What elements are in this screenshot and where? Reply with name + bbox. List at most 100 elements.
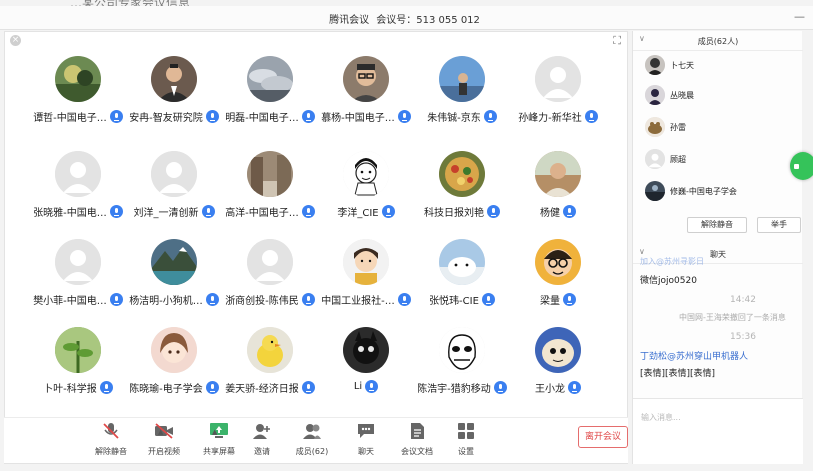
participant-name: 陈浩宇-猎豹移动 (417, 384, 491, 395)
member-name: 顾超 (670, 155, 686, 164)
avatar (439, 239, 485, 285)
participant-name: 孙峰力-新华社 (518, 113, 582, 124)
avatar (343, 56, 389, 102)
participant-tile[interactable]: 慕杨-中国电子… (316, 56, 416, 136)
participant-name: 高洋-中国电子… (225, 208, 299, 219)
toolbar-mic-muted-button[interactable]: 解除静音 (81, 422, 141, 457)
avatar (645, 149, 665, 169)
participant-tile[interactable]: 梁量 (508, 239, 608, 319)
member-list-item[interactable]: 丛晓晨 (641, 85, 801, 107)
participant-tile[interactable]: 谭哲-中国电子… (28, 56, 128, 136)
participant-tile[interactable]: 卜叶-科学报 (28, 327, 128, 407)
participant-tile[interactable]: 姜天骄-经济日报 (220, 327, 320, 407)
mic-icon (99, 381, 113, 394)
participant-name-line: 孙峰力-新华社 (502, 109, 614, 124)
participant-name: 王小龙 (535, 384, 565, 395)
raise-hand-button[interactable]: 举手 (757, 217, 801, 233)
avatar (645, 117, 665, 137)
avatar (151, 239, 197, 285)
chat-timestamp: 15:36 (730, 332, 756, 342)
toolbar-camera-off-button[interactable]: 开启视频 (134, 422, 194, 457)
toolbar-label: 开启视频 (148, 447, 180, 456)
avatar (535, 56, 581, 102)
avatar (439, 56, 485, 102)
participant-tile[interactable]: 李洋_CIE (316, 151, 416, 231)
avatar (55, 239, 101, 285)
member-list-item[interactable]: 孙雷 (641, 117, 801, 139)
chat-message: [表情][表情][表情] (640, 369, 716, 379)
participant-name: 陈晓瑜-电子学会 (129, 384, 203, 395)
participant-tile[interactable]: Li (316, 327, 416, 407)
participant-tile[interactable]: 朱伟铖-京东 (412, 56, 512, 136)
mic-icon (483, 110, 497, 123)
title-bar: 腾讯会议 会议号：513 055 012 — (0, 6, 813, 30)
participant-tile[interactable]: 陈晓瑜-电子学会 (124, 327, 224, 407)
member-list-item[interactable]: 顾超 (641, 149, 801, 171)
caret-up-icon[interactable]: ▲ (158, 428, 163, 436)
video-grid-panel: × ⛶ 谭哲-中国电子… 安冉-智友研究院 明磊-中国电子… 慕杨-中国电子… 朱伟铖-… (4, 31, 628, 464)
fullscreen-icon[interactable]: ⛶ (613, 34, 621, 48)
participant-tile[interactable]: 浙商创投-陈伟民 (220, 239, 320, 319)
participant-name: 张悦玮-CIE (429, 296, 479, 307)
member-list-item[interactable]: 卜七天 (641, 55, 801, 77)
meeting-id: 513 055 012 (416, 15, 480, 26)
participant-tile[interactable]: 明磊-中国电子… (220, 56, 320, 136)
participant-tile[interactable]: 孙峰力-新华社 (508, 56, 608, 136)
participant-name: 姜天骄-经济日报 (225, 384, 299, 395)
mic-icon (584, 110, 598, 123)
participant-name: 杨洁明-小狗机… (129, 296, 203, 307)
participant-tile[interactable]: 中国工业报社-… (316, 239, 416, 319)
caret-up-icon[interactable]: ▲ (212, 428, 217, 436)
avatar (247, 239, 293, 285)
participant-tile[interactable]: 王小龙 (508, 327, 608, 407)
participant-name: 梁量 (540, 296, 560, 307)
avatar (247, 327, 293, 373)
member-name: 修巍-中国电子学会 (670, 187, 737, 196)
invite-icon (252, 422, 272, 440)
avatar (55, 151, 101, 197)
minimize-button[interactable]: — (794, 10, 805, 23)
participant-name: 樊小菲-中国电… (33, 296, 107, 307)
avatar (343, 327, 389, 373)
participant-tile[interactable]: 张悦玮-CIE (412, 239, 512, 319)
floating-action-icon[interactable] (790, 152, 813, 180)
participant-tile[interactable]: 张晓雅-中国电… (28, 151, 128, 231)
mic-icon (201, 205, 215, 218)
toolbar-label: 成员(62) (295, 447, 329, 456)
participant-tile[interactable]: 陈浩宇-猎豹移动 (412, 327, 512, 407)
unmute-all-button[interactable]: 解除静音 (687, 217, 747, 233)
chat-input[interactable]: 输入消息... (633, 398, 803, 464)
avatar (535, 239, 581, 285)
window-title: 腾讯会议 会议号：513 055 012 (0, 11, 813, 26)
toolbar-label: 解除静音 (95, 447, 127, 456)
participant-name: 杨健 (540, 208, 560, 219)
meeting-id-label: 会议号： (376, 15, 417, 26)
participant-tile[interactable]: 杨健 (508, 151, 608, 231)
participant-tile[interactable]: 刘洋_一清创新 (124, 151, 224, 231)
mic-icon (563, 293, 576, 306)
avatar (439, 327, 485, 373)
participant-name: 卜叶-科学报 (43, 384, 97, 395)
toolbar-settings-button[interactable]: 设置 (436, 422, 496, 457)
chat-timestamp: 14:42 (730, 295, 756, 305)
chat-system-message: 中国网-王海荣撤回了一条消息 (679, 313, 786, 322)
participant-tile[interactable]: 科技日报刘艳 (412, 151, 512, 231)
participant-name: 安冉-智友研究院 (129, 113, 203, 124)
avatar (151, 327, 197, 373)
participant-name: Li (353, 381, 363, 392)
member-list-item[interactable]: 修巍-中国电子学会 (641, 181, 801, 203)
participant-tile[interactable]: 樊小菲-中国电… (28, 239, 128, 319)
leave-meeting-button[interactable]: 离开会议 (578, 426, 628, 448)
members-title: 成员(62人) (697, 37, 739, 46)
toolbar-members-button[interactable]: 成员(62) (282, 422, 342, 457)
settings-icon (456, 422, 476, 440)
participant-name: 张晓雅-中国电… (33, 208, 107, 219)
members-header: ∨ 成员(62人) (633, 31, 803, 51)
participant-name: 慕杨-中国电子… (321, 113, 395, 124)
participant-tile[interactable]: 安冉-智友研究院 (124, 56, 224, 136)
participant-tile[interactable]: 高洋-中国电子… (220, 151, 320, 231)
close-icon[interactable]: × (10, 35, 21, 46)
participant-tile[interactable]: 杨洁明-小狗机… (124, 239, 224, 319)
participant-name-line: 梁量 (502, 292, 614, 307)
mic-icon (381, 205, 395, 218)
